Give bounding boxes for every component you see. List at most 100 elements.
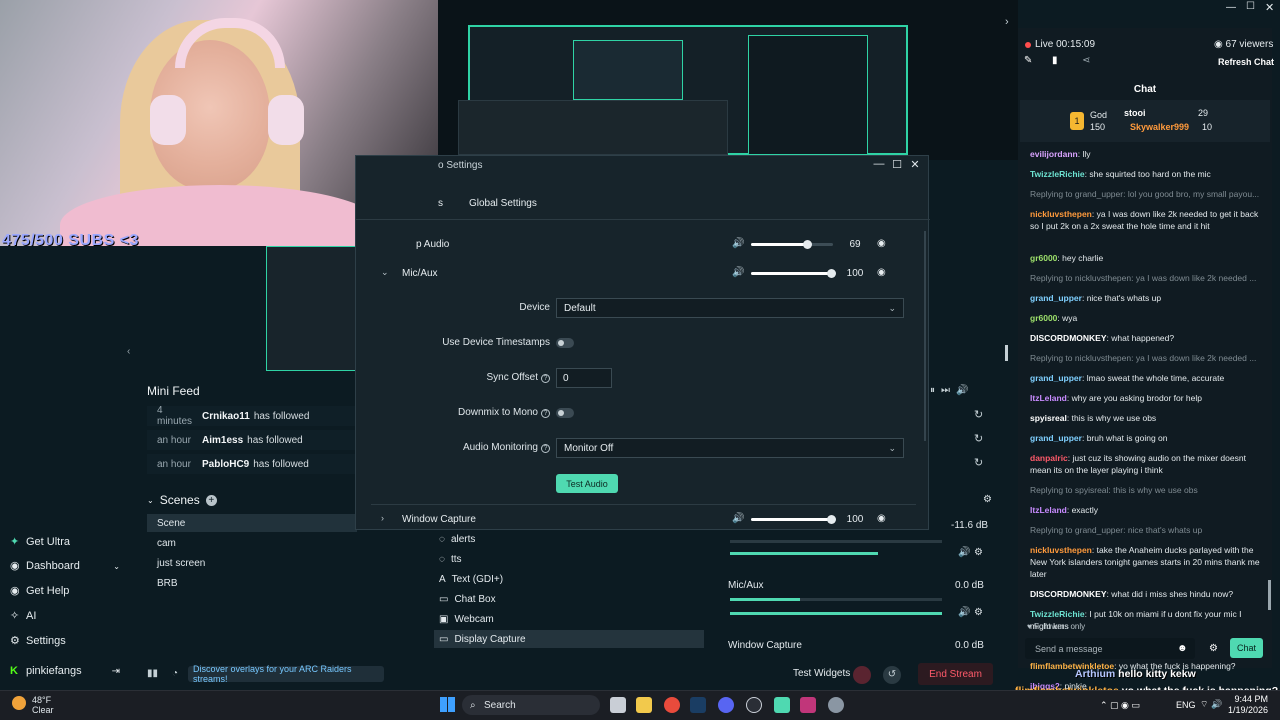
end-stream-button[interactable]: End Stream: [918, 663, 993, 685]
windows-start-icon[interactable]: [440, 697, 455, 712]
timestamps-toggle[interactable]: [556, 338, 574, 348]
chat-username[interactable]: grand_upper: [1030, 433, 1082, 443]
refresh-chat-button[interactable]: Refresh Chat: [1218, 57, 1274, 67]
tab-sources[interactable]: s: [438, 198, 443, 209]
taskbar-search[interactable]: ⌕ Search: [462, 695, 600, 715]
replay-icon[interactable]: ↻: [974, 408, 983, 421]
minimize-icon[interactable]: —: [872, 158, 886, 172]
volume-icon[interactable]: 🔊: [732, 267, 744, 278]
chat-scrollbar[interactable]: [1268, 580, 1271, 610]
chat-username[interactable]: danpalric: [1030, 453, 1068, 463]
test-audio-button[interactable]: Test Audio: [556, 474, 618, 493]
eye-icon[interactable]: ◉: [877, 267, 887, 278]
volume-slider[interactable]: [751, 269, 836, 278]
nav-dashboard[interactable]: ◉ Dashboard ⌄: [10, 557, 120, 575]
discord-icon[interactable]: [718, 697, 734, 713]
maximize-icon[interactable]: ☐: [890, 158, 904, 172]
dialog-scrollbar[interactable]: [924, 231, 926, 441]
send-chat-button[interactable]: Chat: [1230, 638, 1263, 658]
record-icon[interactable]: [853, 666, 871, 684]
replay-buffer-icon[interactable]: ↺: [883, 666, 901, 684]
tab-global-settings[interactable]: Global Settings: [469, 198, 537, 209]
feed-user[interactable]: PabloHC9: [202, 459, 249, 470]
chat-username[interactable]: nickluvsthepen: [1030, 545, 1092, 555]
chevron-down-icon[interactable]: ⌄: [147, 496, 154, 505]
chat-username[interactable]: grand_upper: [1030, 373, 1082, 383]
obs-icon[interactable]: [746, 697, 762, 713]
next-app-icon[interactable]: [800, 697, 816, 713]
collapse-right-icon[interactable]: ›: [1005, 16, 1009, 28]
chrome-icon[interactable]: [664, 697, 680, 713]
help-icon[interactable]: ?: [541, 409, 550, 418]
chat-username[interactable]: ItzLeland: [1030, 393, 1067, 403]
scene-item[interactable]: Scene: [147, 514, 357, 532]
chat-username[interactable]: grand_upper: [1030, 293, 1082, 303]
volume-slider[interactable]: [751, 240, 833, 249]
leader-name[interactable]: stooi: [1124, 108, 1146, 118]
user-profile[interactable]: Kpinkiefangs ⇥: [10, 662, 120, 680]
eye-icon[interactable]: ◉: [877, 513, 887, 524]
taskbar-clock[interactable]: 9:44 PM 1/19/2026: [1228, 694, 1268, 716]
gear-icon[interactable]: ⚙: [983, 494, 992, 505]
leader-name[interactable]: Skywalker999: [1130, 122, 1189, 132]
chat-username[interactable]: TwizzleRichie: [1030, 169, 1085, 179]
chat-username[interactable]: gr6000: [1030, 313, 1057, 323]
gear-icon[interactable]: ⚙: [1209, 643, 1218, 654]
volume-value[interactable]: 100: [840, 511, 870, 527]
logout-icon[interactable]: ⇥: [112, 666, 120, 677]
chat-username[interactable]: gr6000: [1030, 253, 1057, 263]
steam-icon[interactable]: [690, 697, 706, 713]
volume-value[interactable]: 69: [840, 236, 870, 252]
source-item[interactable]: ◌ tts: [434, 550, 704, 568]
emoji-icon[interactable]: ☻: [1177, 643, 1188, 654]
maximize-icon[interactable]: ☐: [1246, 1, 1255, 12]
chat-username[interactable]: ItzLeland: [1030, 505, 1067, 515]
resize-handle[interactable]: [1005, 345, 1008, 361]
device-select[interactable]: Default ⌄: [556, 298, 904, 318]
nav-settings[interactable]: ⚙ Settings: [10, 632, 66, 650]
tray-icons[interactable]: ⌃ ▢ ◉ ▭: [1100, 700, 1140, 711]
source-item[interactable]: A Text (GDI+): [434, 570, 704, 588]
chevron-down-icon[interactable]: ⌄: [381, 267, 389, 278]
gear-icon[interactable]: ⚙: [974, 547, 983, 558]
source-item[interactable]: ▣ Webcam: [434, 610, 704, 628]
chat-username[interactable]: DISCORDMONKEY: [1030, 589, 1107, 599]
test-widgets-button[interactable]: Test Widgets: [793, 668, 850, 679]
feed-user[interactable]: Aim1ess: [202, 435, 243, 446]
chat-input[interactable]: Send a message: [1025, 638, 1195, 659]
chat-username[interactable]: DISCORDMONKEY: [1030, 333, 1107, 343]
streamlabs-icon[interactable]: [774, 697, 790, 713]
edit-icon[interactable]: ✎: [1024, 55, 1032, 66]
nav-get-help[interactable]: ◉ Get Help: [10, 582, 69, 600]
stats-icon[interactable]: ▮▮: [147, 668, 158, 679]
nav-get-ultra[interactable]: ✦ Get Ultra: [10, 533, 70, 551]
file-explorer-icon[interactable]: [636, 697, 652, 713]
language-indicator[interactable]: ENG: [1176, 700, 1196, 710]
close-icon[interactable]: ✕: [1265, 1, 1274, 14]
volume-icon[interactable]: 🔊: [732, 238, 744, 249]
network-icon[interactable]: ⌔ 🔊: [1200, 699, 1222, 710]
monitoring-select[interactable]: Monitor Off ⌄: [556, 438, 904, 458]
volume-value[interactable]: 100: [840, 265, 870, 281]
volume-icon[interactable]: 🔊: [958, 547, 970, 558]
replay-icon[interactable]: ↻: [974, 432, 983, 445]
feed-user[interactable]: Crnikao11: [202, 411, 250, 422]
clip-icon[interactable]: ▮: [1052, 55, 1058, 66]
chevron-right-icon[interactable]: ›: [381, 513, 384, 523]
close-icon[interactable]: ✕: [908, 158, 922, 172]
promo-banner[interactable]: Discover overlays for your ARC Raiders s…: [188, 664, 384, 684]
chat-username[interactable]: nickluvsthepen: [1030, 209, 1092, 219]
chat-username[interactable]: TwizzleRichie: [1030, 609, 1085, 619]
help-icon[interactable]: ?: [541, 374, 550, 383]
replay-icon[interactable]: ↻: [974, 456, 983, 469]
help-icon[interactable]: ?: [541, 444, 550, 453]
mixer-volume-slider[interactable]: [730, 552, 878, 555]
scene-item[interactable]: cam: [147, 534, 357, 552]
source-item[interactable]: ▭ Display Capture: [434, 630, 704, 648]
notification-icon[interactable]: ◔: [172, 668, 178, 679]
weather-widget[interactable]: 48°F Clear: [32, 695, 54, 715]
add-scene-icon[interactable]: +: [205, 494, 217, 506]
volume-icon[interactable]: 🔊: [958, 607, 970, 618]
share-icon[interactable]: ⋖: [1082, 55, 1090, 66]
scene-item[interactable]: BRB: [147, 574, 357, 592]
